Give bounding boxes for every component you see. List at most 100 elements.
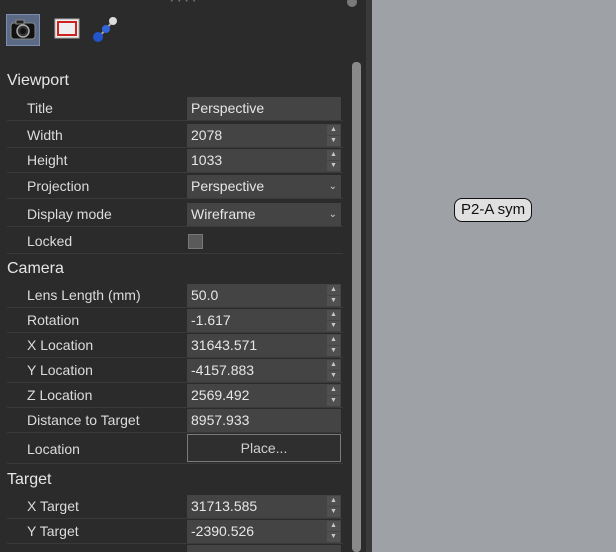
- y-location-stepper[interactable]: ▲ ▼: [327, 360, 340, 381]
- z-location-field[interactable]: 2569.492 ▲ ▼: [187, 384, 341, 407]
- row-y-target: Y Target -2390.526 ▲ ▼: [7, 519, 343, 544]
- molecule-icon[interactable]: [90, 14, 124, 46]
- properties-panel: • • • • Viewport Title Perspective Width…: [0, 0, 366, 552]
- x-location-label: X Location: [27, 337, 94, 353]
- locked-checkbox[interactable]: [188, 234, 203, 249]
- row-width: Width 2078 ▲ ▼: [7, 123, 343, 148]
- spin-up-icon[interactable]: ▲: [327, 285, 340, 295]
- width-label: Width: [27, 127, 63, 143]
- spin-down-icon[interactable]: ▼: [327, 346, 340, 356]
- y-target-value: -2390.526: [191, 523, 255, 539]
- x-location-field[interactable]: 31643.571 ▲ ▼: [187, 334, 341, 357]
- y-location-field[interactable]: -4157.883 ▲ ▼: [187, 359, 341, 382]
- y-target-stepper[interactable]: ▲ ▼: [327, 521, 340, 542]
- spin-down-icon[interactable]: ▼: [327, 136, 340, 146]
- spin-up-icon[interactable]: ▲: [327, 496, 340, 506]
- chevron-down-icon: ⌄: [328, 181, 337, 192]
- row-rotation: Rotation -1.617 ▲ ▼: [7, 308, 343, 333]
- lens-length-label: Lens Length (mm): [27, 287, 141, 303]
- row-x-location: X Location 31643.571 ▲ ▼: [7, 333, 343, 358]
- panel-scrollbar[interactable]: [352, 62, 361, 552]
- z-location-label: Z Location: [27, 387, 93, 403]
- row-projection: Projection Perspective ⌄: [7, 174, 343, 199]
- height-stepper[interactable]: ▲ ▼: [327, 150, 340, 171]
- section-camera[interactable]: Camera: [7, 257, 64, 281]
- row-y-location: Y Location -4157.883 ▲ ▼: [7, 358, 343, 383]
- row-lens-length: Lens Length (mm) 50.0 ▲ ▼: [7, 283, 343, 308]
- projection-select[interactable]: Perspective ⌄: [187, 175, 341, 198]
- viewport-canvas[interactable]: [372, 0, 616, 552]
- height-value: 1033: [191, 152, 223, 168]
- x-location-value: 31643.571: [191, 337, 258, 353]
- spin-up-icon[interactable]: ▲: [327, 150, 340, 160]
- row-locked: Locked: [7, 229, 343, 254]
- location-label: Location: [27, 441, 80, 457]
- spin-up-icon[interactable]: ▲: [327, 521, 340, 531]
- height-label: Height: [27, 152, 68, 168]
- y-location-value: -4157.883: [191, 362, 255, 378]
- spin-down-icon[interactable]: ▼: [327, 396, 340, 406]
- z-location-value: 2569.492: [191, 387, 250, 403]
- row-distance: Distance to Target 8957.933: [7, 408, 343, 433]
- rotation-value: -1.617: [191, 312, 231, 328]
- section-target[interactable]: Target: [7, 468, 51, 492]
- spin-up-icon[interactable]: ▲: [327, 360, 340, 370]
- x-target-field[interactable]: 31713.585 ▲ ▼: [187, 495, 341, 518]
- scrollbar-thumb[interactable]: [352, 62, 361, 552]
- rotation-stepper[interactable]: ▲ ▼: [327, 310, 340, 331]
- y-target-field[interactable]: -2390.526 ▲ ▼: [187, 520, 341, 543]
- chevron-down-icon: ⌄: [328, 209, 337, 220]
- section-viewport[interactable]: Viewport: [7, 69, 69, 93]
- y-target-label: Y Target: [27, 523, 79, 539]
- x-location-stepper[interactable]: ▲ ▼: [327, 335, 340, 356]
- partial-field[interactable]: [187, 545, 341, 552]
- z-location-stepper[interactable]: ▲ ▼: [327, 385, 340, 406]
- lens-length-field[interactable]: 50.0 ▲ ▼: [187, 284, 341, 307]
- row-z-location: Z Location 2569.492 ▲ ▼: [7, 383, 343, 408]
- panel-grip[interactable]: • • • •: [170, 0, 198, 5]
- row-x-target: X Target 31713.585 ▲ ▼: [7, 494, 343, 519]
- spin-down-icon[interactable]: ▼: [327, 296, 340, 306]
- spin-down-icon[interactable]: ▼: [327, 371, 340, 381]
- spin-down-icon[interactable]: ▼: [327, 532, 340, 542]
- lens-length-stepper[interactable]: ▲ ▼: [327, 285, 340, 306]
- display-mode-value: Wireframe: [191, 206, 256, 222]
- camera-icon[interactable]: [6, 14, 40, 46]
- spin-up-icon[interactable]: ▲: [327, 385, 340, 395]
- row-partial: [7, 544, 343, 552]
- spin-down-icon[interactable]: ▼: [327, 507, 340, 517]
- place-button[interactable]: Place...: [187, 434, 341, 462]
- x-target-stepper[interactable]: ▲ ▼: [327, 496, 340, 517]
- rotation-label: Rotation: [27, 312, 80, 328]
- spin-down-icon[interactable]: ▼: [327, 321, 340, 331]
- gear-icon[interactable]: [347, 0, 357, 7]
- distance-field[interactable]: 8957.933: [187, 409, 341, 432]
- y-location-label: Y Location: [27, 362, 93, 378]
- spin-up-icon[interactable]: ▲: [327, 335, 340, 345]
- frame-icon[interactable]: [51, 14, 85, 46]
- row-title: Title Perspective: [7, 96, 343, 121]
- locked-label: Locked: [27, 233, 73, 249]
- height-field[interactable]: 1033 ▲ ▼: [187, 149, 341, 172]
- display-mode-label: Display mode: [27, 206, 112, 222]
- spin-down-icon[interactable]: ▼: [327, 161, 340, 171]
- spin-up-icon[interactable]: ▲: [327, 125, 340, 135]
- width-field[interactable]: 2078 ▲ ▼: [187, 124, 341, 147]
- canvas-tag[interactable]: P2-A sym: [454, 198, 533, 222]
- projection-label: Projection: [27, 178, 90, 194]
- projection-value: Perspective: [191, 178, 265, 194]
- row-height: Height 1033 ▲ ▼: [7, 148, 343, 173]
- x-target-value: 31713.585: [191, 498, 258, 514]
- spin-up-icon[interactable]: ▲: [327, 310, 340, 320]
- title-label: Title: [27, 100, 53, 116]
- distance-label: Distance to Target: [27, 412, 140, 428]
- width-value: 2078: [191, 127, 223, 143]
- title-field[interactable]: Perspective: [187, 97, 341, 120]
- rotation-field[interactable]: -1.617 ▲ ▼: [187, 309, 341, 332]
- lens-length-value: 50.0: [191, 287, 219, 303]
- display-mode-select[interactable]: Wireframe ⌄: [187, 203, 341, 226]
- width-stepper[interactable]: ▲ ▼: [327, 125, 340, 146]
- row-location: Location Place...: [7, 434, 343, 464]
- row-display-mode: Display mode Wireframe ⌄: [7, 202, 343, 227]
- x-target-label: X Target: [27, 498, 79, 514]
